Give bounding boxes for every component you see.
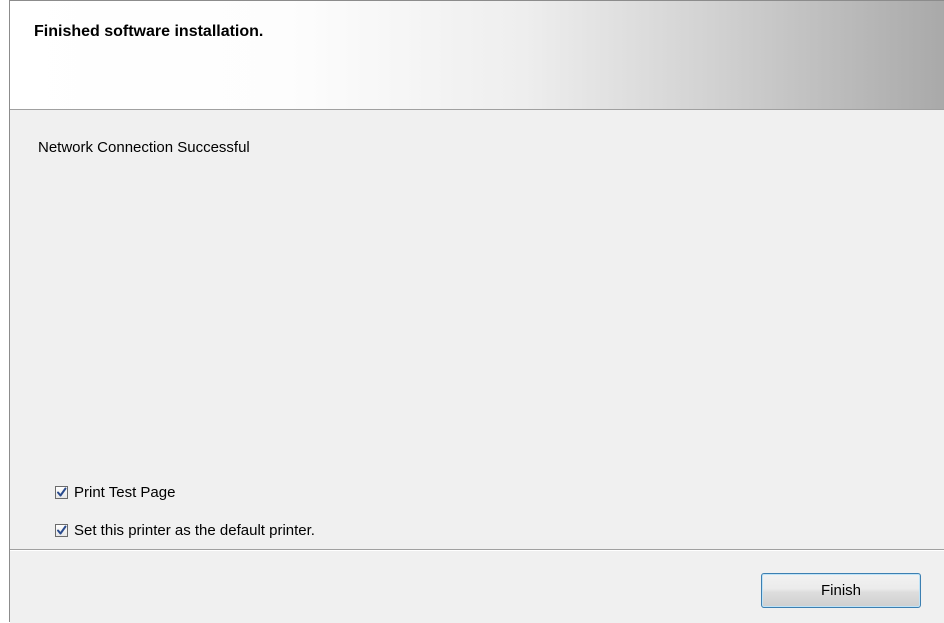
default-printer-checkbox[interactable] (55, 524, 68, 537)
default-printer-label[interactable]: Set this printer as the default printer. (74, 522, 315, 539)
installer-dialog: Finished software installation. Network … (9, 0, 944, 623)
dialog-footer: Finish (10, 551, 944, 623)
header-title: Finished software installation. (34, 23, 264, 40)
dialog-content: Network Connection Successful Print Test… (10, 111, 944, 549)
print-test-page-checkbox[interactable] (55, 486, 68, 499)
print-test-page-option[interactable]: Print Test Page (55, 484, 175, 501)
print-test-page-label[interactable]: Print Test Page (74, 484, 175, 501)
checkmark-icon (57, 487, 67, 497)
dialog-header: Finished software installation. (10, 1, 944, 110)
connection-status-text: Network Connection Successful (38, 139, 250, 156)
finish-button[interactable]: Finish (761, 573, 921, 608)
checkmark-icon (57, 525, 67, 535)
default-printer-option[interactable]: Set this printer as the default printer. (55, 522, 315, 539)
